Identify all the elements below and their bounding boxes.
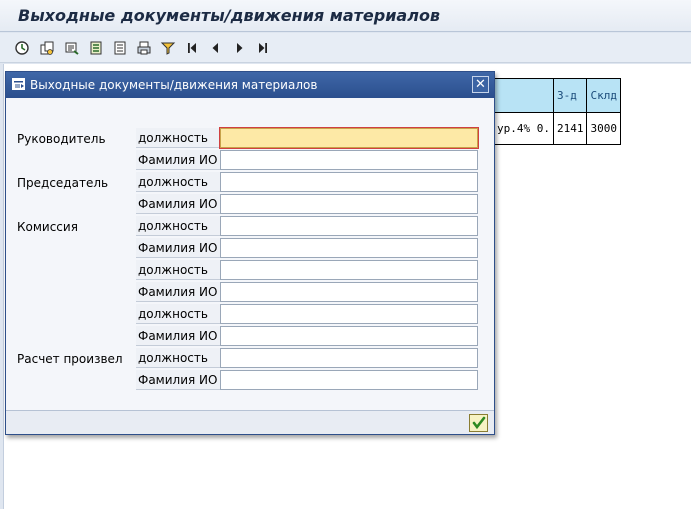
screen-title: Выходные документы/движения материалов [18,6,441,25]
dialog-window-icon [12,78,26,91]
commission-name-input-3[interactable] [220,326,478,346]
last-page-icon[interactable] [253,38,273,58]
field-label-position: должность [136,260,220,280]
calculated-by-position-input[interactable] [220,348,478,368]
table-cell[interactable]: ур.4% 0. [493,112,554,145]
commission-position-input-3[interactable] [220,304,478,324]
table-header-storage[interactable]: Склд [586,78,622,113]
field-label-position: должность [136,304,220,324]
group-label-manager: Руководитель [17,132,106,146]
group-label-calculated-by: Расчет произвел [17,352,123,366]
checkmark-icon [472,416,485,430]
field-label-position: должность [136,348,220,368]
select-layout-icon[interactable] [62,38,82,58]
calculated-by-name-input[interactable] [220,370,478,390]
chairman-position-input[interactable] [220,172,478,192]
dialog-body: Руководитель должность Фамилия ИО Предсе… [6,99,494,410]
close-icon[interactable]: ✕ [472,76,489,93]
field-label-position: должность [136,216,220,236]
commission-position-input-1[interactable] [220,216,478,236]
field-label-name: Фамилия ИО [136,194,220,214]
details-icon[interactable] [86,38,106,58]
chairman-name-input[interactable] [220,194,478,214]
confirm-button[interactable] [469,414,488,432]
screen-title-bar: Выходные документы/движения материалов [0,0,691,32]
group-label-commission: Комиссия [17,220,78,234]
first-page-icon[interactable] [182,38,202,58]
details-list-icon[interactable] [110,38,130,58]
background-report-table: З-д Склд ур.4% 0. 2141 3000 [493,78,622,145]
filter-icon[interactable] [158,38,178,58]
table-header-cell[interactable] [493,78,554,113]
field-label-name: Фамилия ИО [136,370,220,390]
field-label-name: Фамилия ИО [136,282,220,302]
execute-icon[interactable] [12,38,32,58]
field-label-position: должность [136,172,220,192]
field-label-name: Фамилия ИО [136,150,220,170]
commission-name-input-2[interactable] [220,282,478,302]
field-label-name: Фамилия ИО [136,238,220,258]
manager-position-input[interactable] [219,127,479,149]
next-page-icon[interactable] [230,38,250,58]
commission-position-input-2[interactable] [220,260,478,280]
print-icon[interactable] [134,38,154,58]
output-documents-dialog: Выходные документы/движения материалов ✕… [5,71,495,435]
previous-page-icon[interactable] [205,38,225,58]
table-cell-storage[interactable]: 3000 [586,112,622,145]
application-toolbar [0,33,691,63]
dialog-footer [6,410,494,434]
copy-documents-icon[interactable] [37,38,57,58]
table-cell-plant[interactable]: 2141 [552,112,588,145]
table-header-plant[interactable]: З-д [552,78,588,113]
group-label-chairman: Председатель [17,176,109,190]
table-header-row: З-д Склд [493,78,622,113]
manager-name-input[interactable] [220,150,478,170]
commission-name-input-1[interactable] [220,238,478,258]
dialog-title: Выходные документы/движения материалов [30,78,318,92]
field-label-position: должность [136,128,220,148]
table-row: ур.4% 0. 2141 3000 [493,112,622,145]
dialog-title-bar: Выходные документы/движения материалов ✕ [6,72,494,98]
field-label-name: Фамилия ИО [136,326,220,346]
